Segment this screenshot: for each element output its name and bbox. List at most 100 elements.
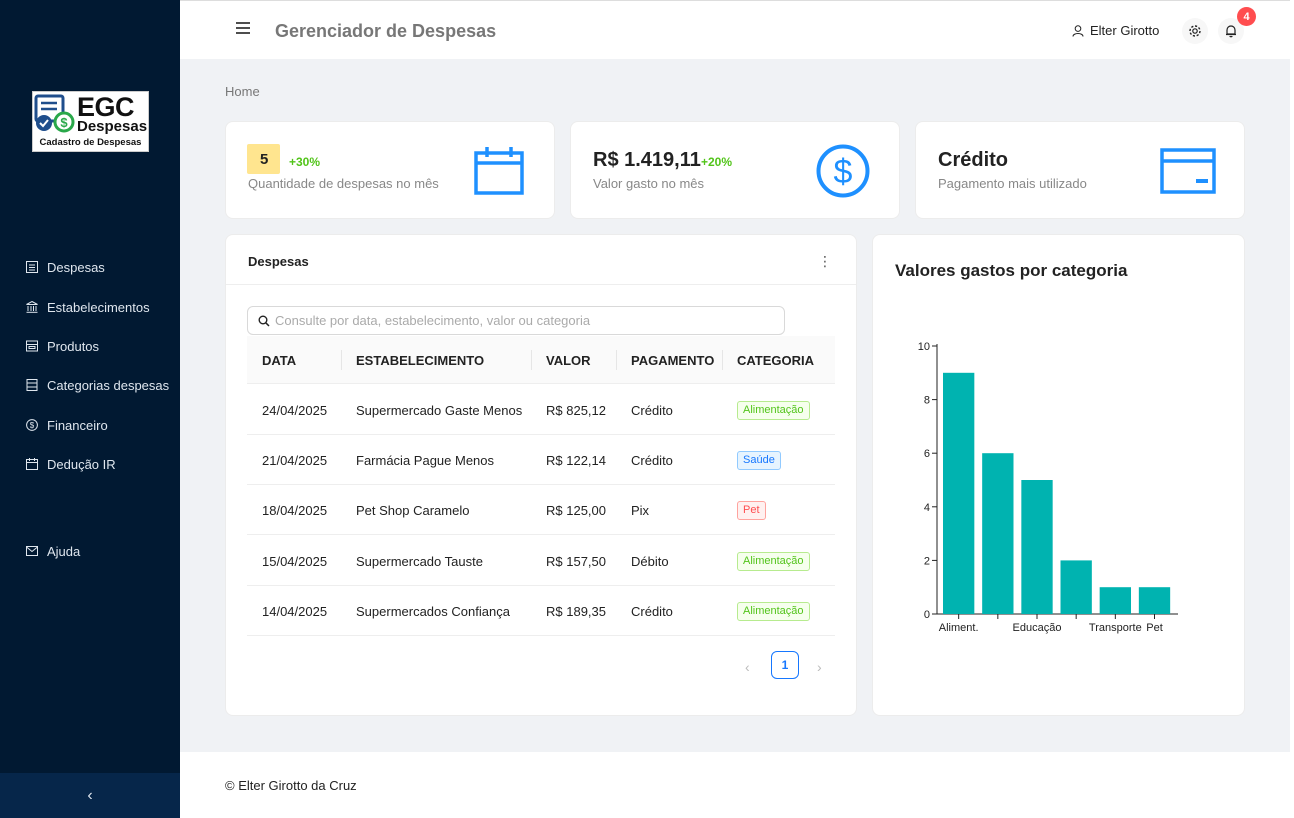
sidebar-collapse-button[interactable]: ‹ [0, 773, 180, 818]
y-tick-label: 2 [924, 555, 930, 567]
svg-text:$: $ [834, 153, 853, 191]
table-row[interactable]: 14/04/2025 Supermercados Confiança R$ 18… [247, 586, 835, 636]
stat-delta: +30% [289, 155, 321, 169]
stat-value: R$ 1.419,11 [593, 149, 701, 171]
table-row[interactable]: 21/04/2025 Farmácia Pague Menos R$ 122,1… [247, 435, 835, 485]
sidebar-item-label: Estabelecimentos [47, 299, 150, 315]
sidebar-item-label: Ajuda [47, 543, 81, 559]
y-tick-label: 4 [924, 502, 930, 514]
column-divider [341, 350, 342, 370]
column-header-valor[interactable]: VALOR [546, 353, 591, 368]
column-header-data[interactable]: DATA [262, 353, 296, 368]
stat-delta: +20% [701, 155, 733, 169]
bar [1099, 587, 1131, 614]
x-tick-label: Pet [1146, 622, 1163, 634]
logo-icon: $ [34, 94, 75, 133]
sidebar-item-categorias[interactable]: Categorias despesas [26, 375, 169, 395]
app-title: Gerenciador de Despesas [275, 21, 497, 41]
credit-card-icon [1160, 148, 1216, 194]
divider [226, 284, 856, 285]
sidebar-item-label: Produtos [47, 338, 100, 354]
category-tag: Alimentação [737, 401, 810, 420]
sidebar-item-estabelecimentos[interactable]: Estabelecimentos [26, 297, 150, 317]
svg-text:$: $ [60, 115, 68, 130]
list-icon [26, 261, 38, 273]
sidebar-item-label: Dedução IR [47, 456, 116, 472]
cell-value: R$ 122,14 [546, 453, 606, 468]
cell-date: 14/04/2025 [262, 604, 328, 619]
user-menu[interactable]: Elter Girotto [1072, 23, 1159, 38]
cell-date: 15/04/2025 [262, 554, 328, 569]
bank-icon [26, 301, 38, 313]
search-icon [258, 315, 270, 327]
cell-payment: Pix [631, 503, 650, 518]
stat-label: Quantidade de despesas no mês [248, 176, 439, 191]
sidebar-item-produtos[interactable]: Produtos [26, 336, 99, 356]
category-tag: Pet [737, 501, 766, 520]
stat-value: 5 [260, 151, 269, 168]
cell-payment: Crédito [631, 604, 673, 619]
column-divider [722, 350, 723, 370]
logo-tagline: Cadastro de Despesas [39, 137, 142, 148]
cell-store: Farmácia Pague Menos [356, 453, 495, 468]
card-title: Despesas [248, 254, 309, 269]
sidebar-item-label: Categorias despesas [47, 377, 170, 393]
table-row[interactable]: 24/04/2025 Supermercado Gaste Menos R$ 8… [247, 385, 835, 435]
pagination-prev-button[interactable]: ‹ [745, 659, 750, 675]
logo-text-sub: Despesas [77, 118, 148, 135]
search-input[interactable] [275, 313, 765, 328]
sidebar: $ EGC Despesas Cadastro de Despesas Desp… [0, 0, 180, 818]
product-icon [26, 340, 38, 352]
stat-card-quantity: 5 +30% Quantidade de despesas no mês [225, 121, 555, 219]
settings-button[interactable] [1182, 18, 1208, 44]
cell-store: Supermercado Tauste [356, 554, 483, 569]
table-row[interactable]: 15/04/2025 Supermercado Tauste R$ 157,50… [247, 536, 835, 586]
column-divider [531, 350, 532, 370]
mail-icon [26, 546, 38, 556]
dollar-circle-icon: $ [816, 144, 870, 198]
cell-value: R$ 825,12 [546, 403, 606, 418]
cell-value: R$ 125,00 [546, 503, 606, 518]
sidebar-item-despesas[interactable]: Despesas [26, 257, 105, 277]
window-edge [1290, 0, 1294, 818]
sidebar-item-financeiro[interactable]: $ Financeiro [26, 415, 108, 435]
category-chart-card: Valores gastos por categoria 0 2 4 6 8 10 Alim… [872, 234, 1245, 716]
cell-payment: Crédito [631, 403, 673, 418]
y-tick-label: 8 [924, 395, 930, 407]
column-header-estabelecimento[interactable]: ESTABELECIMENTO [356, 353, 484, 368]
y-tick-label: 6 [924, 448, 930, 460]
bell-icon [1226, 25, 1236, 38]
category-tag: Alimentação [737, 602, 810, 621]
notification-count-badge: 4 [1237, 7, 1256, 26]
menu-toggle-icon[interactable] [235, 20, 251, 36]
bar [1138, 587, 1171, 614]
pagination-page-1[interactable]: 1 [771, 651, 799, 679]
cell-store: Supermercados Confiança [356, 604, 510, 619]
search-box [247, 306, 785, 335]
footer: © Elter Girotto da Cruz [180, 752, 1290, 818]
calendar-icon [474, 147, 524, 195]
table-row[interactable]: 18/04/2025 Pet Shop Caramelo R$ 125,00 P… [247, 485, 835, 535]
calendar-icon [26, 458, 38, 470]
more-options-icon[interactable]: ⋮ [818, 253, 832, 270]
cell-value: R$ 157,50 [546, 554, 606, 569]
category-icon [26, 379, 38, 391]
category-bar-chart: 0 2 4 6 8 10 Aliment. Educação Transporte Pet [918, 341, 1178, 634]
column-header-pagamento[interactable]: PAGAMENTO [631, 353, 714, 368]
sidebar-item-deducao-ir[interactable]: Dedução IR [26, 454, 116, 474]
bar [1060, 560, 1092, 614]
x-tick-label: Transporte [1089, 622, 1142, 634]
cell-store: Pet Shop Caramelo [356, 503, 470, 518]
stat-card-spent: R$ 1.419,11 +20% Valor gasto no mês $ [570, 121, 900, 219]
column-header-categoria[interactable]: CATEGORIA [737, 353, 814, 368]
cell-date: 21/04/2025 [262, 453, 328, 468]
sidebar-item-ajuda[interactable]: Ajuda [26, 541, 80, 561]
pagination-next-button[interactable]: › [817, 659, 822, 675]
sidebar-item-label: Despesas [47, 259, 105, 275]
cell-payment: Crédito [631, 453, 673, 468]
stat-label: Pagamento mais utilizado [938, 176, 1087, 191]
stat-label: Valor gasto no mês [593, 176, 705, 191]
cell-payment: Débito [631, 554, 669, 569]
cell-date: 24/04/2025 [262, 403, 328, 418]
cell-date: 18/04/2025 [262, 503, 328, 518]
